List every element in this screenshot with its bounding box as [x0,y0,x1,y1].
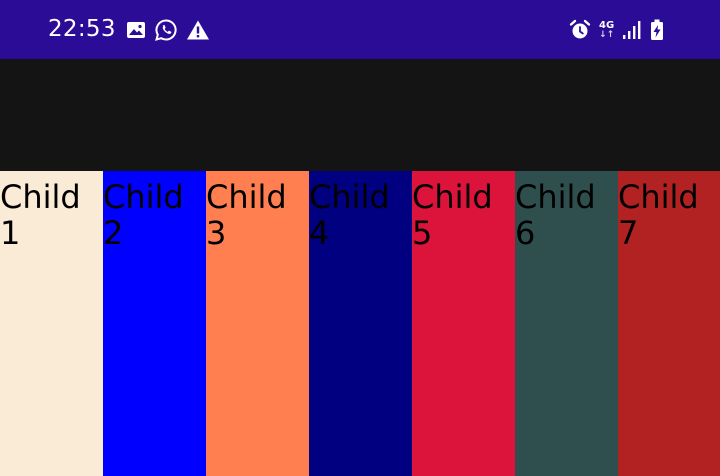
system-icons: 4G ↓↑ [569,16,664,44]
network-activity-arrows: ↓↑ [599,29,615,40]
whatsapp-icon [154,18,178,42]
children-row: Child 1 Child 2 Child 3 Child 4 Child 5 … [0,171,720,476]
child-panel-7: Child 7 [618,171,720,476]
status-bar: 22:53 4G ↓↑ [0,0,720,59]
status-time: 22:53 [48,16,116,42]
image-icon [126,20,146,40]
child-label-5: Child 5 [412,178,493,252]
battery-charging-icon [650,19,664,41]
child-label-3: Child 3 [206,178,287,252]
network-type-label: 4G [599,19,615,31]
warning-icon [186,19,210,41]
signal-icon [622,20,642,40]
child-label-7: Child 7 [618,178,699,252]
notification-icons [126,18,210,42]
child-label-6: Child 6 [515,178,596,252]
child-panel-6: Child 6 [515,171,618,476]
child-label-1: Child 1 [0,178,81,252]
app-bar [0,59,720,171]
network-4g-icon: 4G ↓↑ [599,19,615,40]
child-panel-5: Child 5 [412,171,515,476]
child-panel-4: Child 4 [309,171,412,476]
child-label-4: Child 4 [309,178,390,252]
child-panel-3: Child 3 [206,171,309,476]
child-panel-1: Child 1 [0,171,103,476]
child-panel-2: Child 2 [103,171,206,476]
child-label-2: Child 2 [103,178,184,252]
alarm-icon [569,19,591,41]
